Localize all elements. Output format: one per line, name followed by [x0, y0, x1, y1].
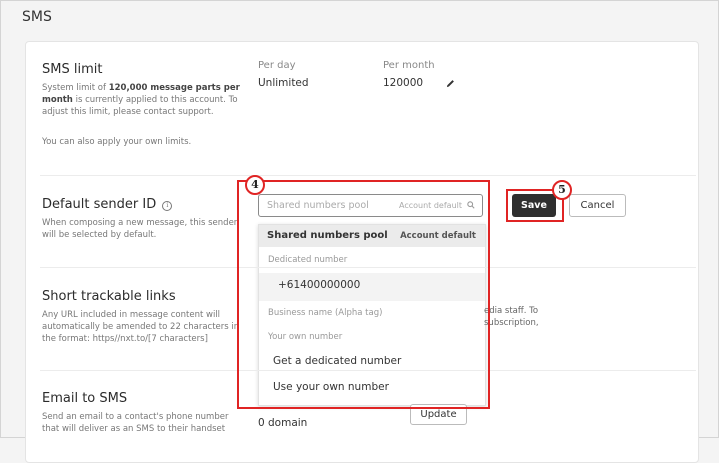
- short-links-description: Any URL included in message content will…: [42, 310, 240, 344]
- cancel-button[interactable]: Cancel: [569, 194, 626, 217]
- per-month-label: Per month: [383, 60, 435, 71]
- short-links-partial-1: edia staff. To: [484, 306, 539, 316]
- sender-id-description: When composing a new message, this sende…: [42, 218, 238, 240]
- short-links-title: Short trackable links: [42, 289, 176, 304]
- email-sms-domain-count: 0 domain: [258, 417, 308, 429]
- sms-limit-extra: You can also apply your own limits.: [42, 137, 192, 147]
- callout-badge-4: 4: [245, 175, 265, 195]
- section-divider: [40, 175, 696, 176]
- email-sms-description: Send an email to a contact's phone numbe…: [42, 412, 229, 434]
- sms-limit-title: SMS limit: [42, 62, 103, 77]
- per-day-value: Unlimited: [258, 77, 309, 89]
- short-links-partial-2: subscription,: [484, 318, 539, 328]
- info-icon[interactable]: i: [162, 201, 173, 211]
- email-sms-title: Email to SMS: [42, 391, 128, 406]
- callout-sender-dropdown: [237, 180, 490, 409]
- sms-limit-description: System limit of 120,000 message parts pe…: [42, 83, 240, 117]
- page-title: SMS: [22, 9, 52, 25]
- pencil-icon[interactable]: [446, 79, 455, 88]
- per-day-label: Per day: [258, 60, 296, 71]
- per-month-value: 120000: [383, 77, 424, 89]
- callout-badge-5: 5: [552, 180, 572, 200]
- sender-id-title: Default sender ID i: [42, 197, 173, 212]
